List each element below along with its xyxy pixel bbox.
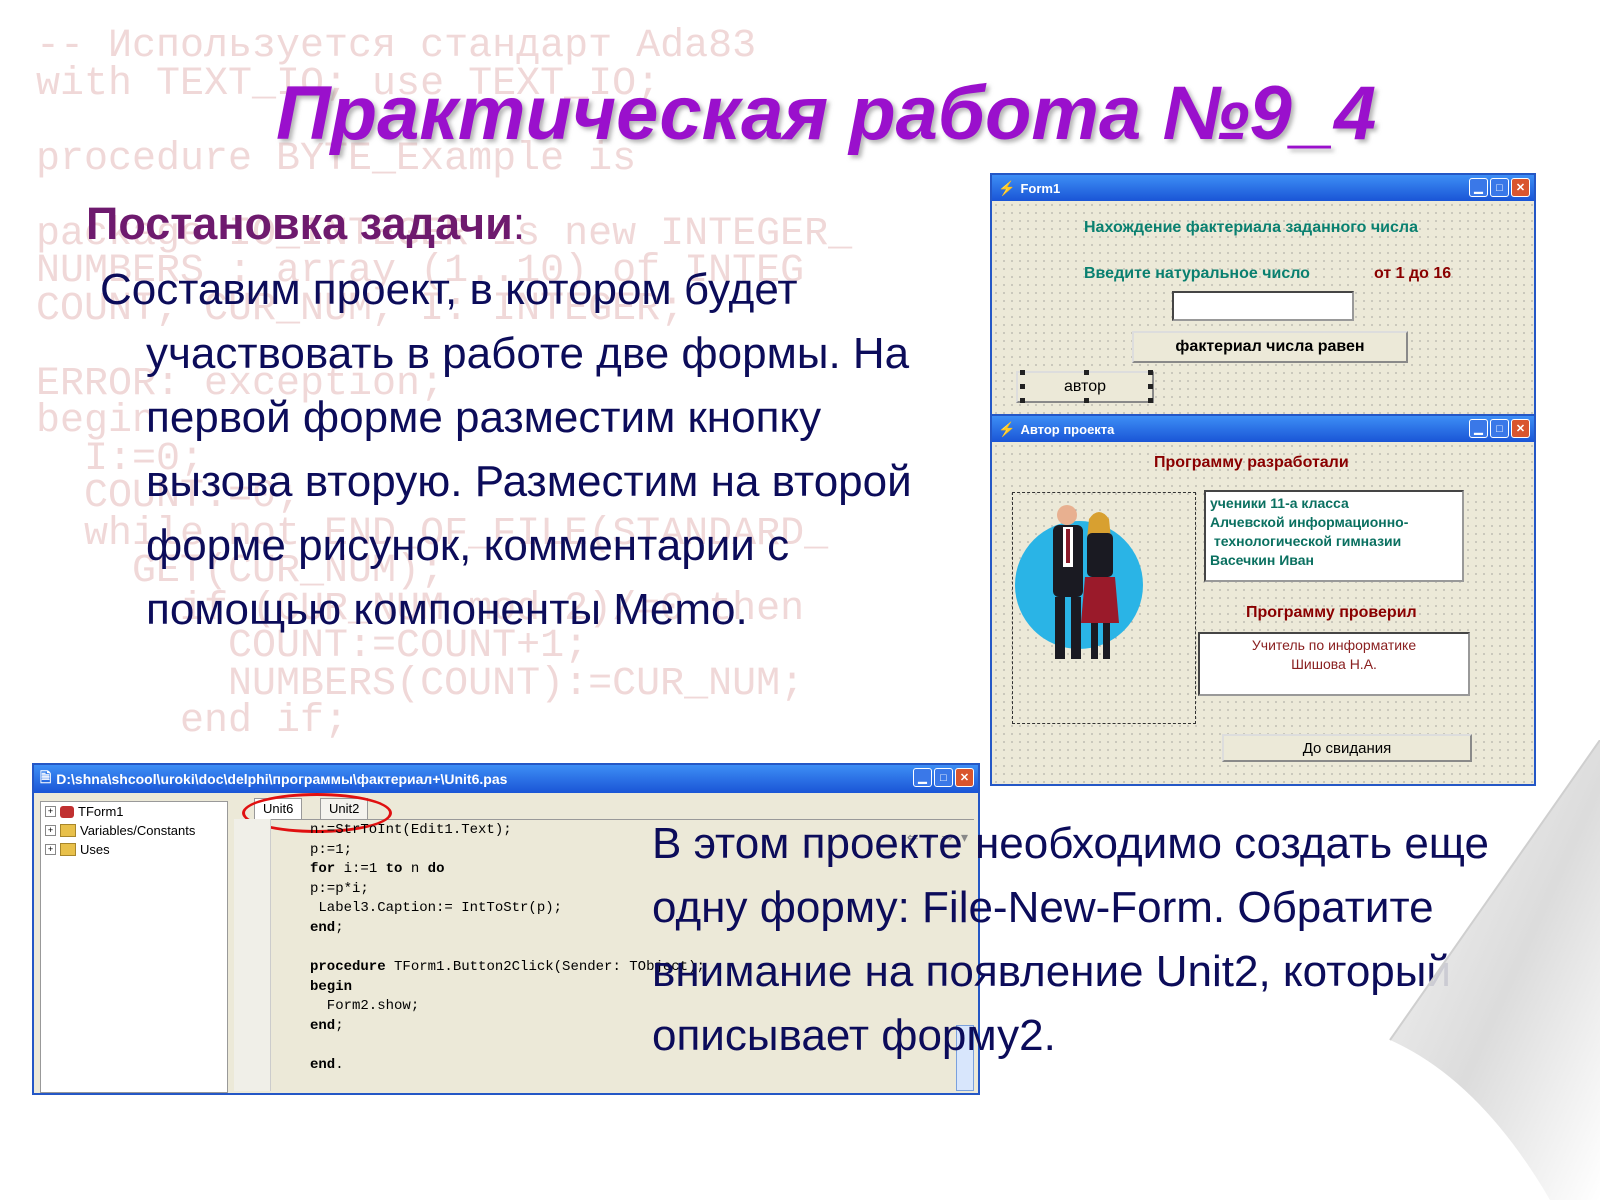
- selection-handle: [1020, 384, 1025, 389]
- code-line: procedure TForm1.Button2Click(Sender: TO…: [310, 959, 705, 976]
- code-line: end;: [310, 919, 344, 936]
- slide-title: Практическая работа №9_4: [276, 71, 1377, 156]
- form2-window: ⚡ Автор проекта ▁ □ ✕ Программу разработ…: [990, 414, 1536, 786]
- folder-icon: [60, 843, 76, 856]
- folder-icon: [60, 824, 76, 837]
- form2-title: Автор проекта: [1020, 421, 1115, 437]
- authors-image: [1012, 492, 1196, 724]
- delphi-icon: ⚡: [998, 420, 1016, 437]
- form1-range-label: от 1 до 16: [1374, 265, 1452, 282]
- editor-titlebar[interactable]: 🗎 D:\shna\shcool\uroki\doc\delphi\програ…: [34, 765, 978, 793]
- close-icon[interactable]: ✕: [955, 768, 974, 787]
- tree-item-label: Variables/Constants: [80, 823, 196, 838]
- tree-item-label: Uses: [80, 842, 110, 857]
- tree-item-uses[interactable]: + Uses: [41, 840, 227, 859]
- tree-item-tform1[interactable]: + TForm1: [41, 802, 227, 821]
- selection-handle: [1148, 370, 1153, 375]
- expand-icon[interactable]: +: [45, 806, 56, 817]
- code-line: n:=StrToInt(Edit1.Text);: [310, 822, 512, 838]
- goodbye-button-label: До свидания: [1302, 739, 1392, 757]
- goodbye-button[interactable]: До свидания: [1222, 734, 1472, 762]
- code-explorer-tree: + TForm1 + Variables/Constants + Uses: [40, 801, 228, 1093]
- number-input[interactable]: [1172, 291, 1354, 321]
- form2-client-area: Программу разработали ученики 11-а класс…: [992, 442, 1534, 784]
- authors-memo[interactable]: ученики 11-а класса Алчевской информацио…: [1204, 490, 1464, 582]
- minimize-icon[interactable]: ▁: [1469, 419, 1488, 438]
- code-line: p:=p*i;: [310, 880, 369, 897]
- code-line: for i:=1 to n do: [310, 861, 445, 878]
- editor-title: D:\shna\shcool\uroki\doc\delphi\программ…: [56, 771, 508, 787]
- delphi-icon: ⚡: [998, 179, 1016, 196]
- checked-by-label: Программу проверил: [1246, 604, 1417, 621]
- code-line: Label3.Caption:= IntToStr(p);: [310, 900, 563, 917]
- selection-handle: [1148, 398, 1153, 403]
- code-line: begin: [310, 978, 353, 995]
- task-description-rest: участвовать в работе две формы. На перво…: [146, 329, 912, 634]
- maximize-icon[interactable]: □: [1490, 178, 1509, 197]
- checker-memo[interactable]: Учитель по информатике Шишова Н.А.: [1198, 632, 1470, 696]
- factorial-result-button-label: фактериал числа равен: [1175, 338, 1365, 355]
- maximize-icon[interactable]: □: [1490, 419, 1509, 438]
- checker-memo-line: Учитель по информатике: [1251, 637, 1417, 653]
- selection-handle: [1020, 370, 1025, 375]
- code-line: end;: [310, 1017, 344, 1034]
- form2-titlebar[interactable]: ⚡ Автор проекта ▁ □ ✕: [992, 416, 1534, 442]
- task-heading-colon: :: [512, 198, 526, 249]
- form1-title: Form1: [1020, 180, 1061, 196]
- selection-handle: [1084, 398, 1089, 403]
- new-form-note: В этом проекте необходимо создать еще од…: [652, 819, 1489, 1060]
- form1-window: ⚡ Form1 ▁ □ ✕ Нахождение фактериала зада…: [990, 173, 1536, 419]
- code-line: p:=1;: [310, 841, 353, 858]
- selection-handle: [1020, 398, 1025, 403]
- form1-titlebar[interactable]: ⚡ Form1 ▁ □ ✕: [992, 175, 1534, 201]
- selection-handle: [1084, 370, 1089, 375]
- maximize-icon[interactable]: □: [934, 768, 953, 787]
- tree-item-label: TForm1: [78, 804, 124, 819]
- close-icon[interactable]: ✕: [1511, 178, 1530, 197]
- form1-input-label: Введите натуральное число: [1084, 265, 1310, 282]
- minimize-icon[interactable]: ▁: [1469, 178, 1488, 197]
- authors-memo-line: Васечкин Иван: [1210, 552, 1314, 568]
- close-icon[interactable]: ✕: [1511, 419, 1530, 438]
- code-area[interactable]: n:=StrToInt(Edit1.Text); p:=1; for i:=1 to…: [310, 821, 705, 1076]
- checker-memo-line: Шишова Н.А.: [1291, 656, 1377, 672]
- task-heading-text: Постановка задачи: [86, 198, 513, 249]
- students-picture-icon: [1015, 505, 1143, 659]
- class-icon: [60, 805, 74, 818]
- selection-handle: [1148, 384, 1153, 389]
- task-heading: Постановка задачи:: [86, 198, 525, 250]
- task-description-first-line: Составим проект, в котором будет: [100, 265, 798, 314]
- editor-gutter: [234, 819, 271, 1091]
- expand-icon[interactable]: +: [45, 825, 56, 836]
- code-line: Form2.show;: [310, 998, 420, 1015]
- authors-memo-line: ученики 11-а класса: [1210, 495, 1349, 511]
- code-line: end.: [310, 1057, 344, 1074]
- form1-client-area: Нахождение фактериала заданного числа Вв…: [992, 201, 1534, 417]
- form1-heading-label: Нахождение фактериала заданного числа: [1084, 219, 1418, 236]
- minimize-icon[interactable]: ▁: [913, 768, 932, 787]
- developed-by-label: Программу разработали: [1154, 454, 1349, 471]
- file-icon: 🗎: [40, 769, 52, 785]
- expand-icon[interactable]: +: [45, 844, 56, 855]
- authors-memo-line: Алчевской информационно-: [1210, 514, 1409, 530]
- task-description: Составим проект, в котором будет участво…: [100, 258, 945, 642]
- author-button-label: автор: [1064, 378, 1106, 395]
- tree-item-variables[interactable]: + Variables/Constants: [41, 821, 227, 840]
- authors-memo-line: технологической гимназии: [1210, 533, 1402, 549]
- factorial-result-button[interactable]: фактериал числа равен: [1132, 331, 1408, 363]
